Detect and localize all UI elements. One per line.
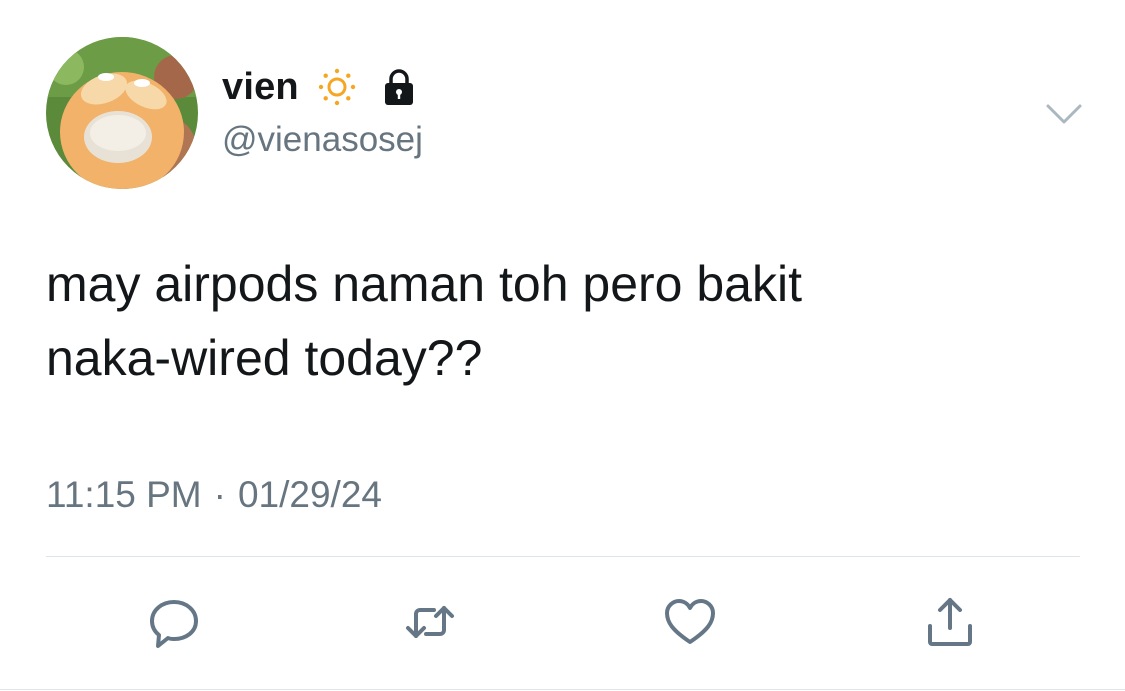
- like-icon: [665, 599, 715, 644]
- lock-icon: [384, 69, 413, 105]
- retweet-icon: [406, 606, 454, 638]
- retweet-button[interactable]: [398, 590, 462, 654]
- share-icon: [928, 598, 972, 646]
- reply-icon: [150, 600, 198, 648]
- tweet-time: 11:15 PM: [46, 474, 202, 515]
- bottom-divider: [0, 689, 1125, 690]
- share-button[interactable]: [918, 590, 982, 654]
- action-bar: [0, 590, 1125, 660]
- divider: [46, 556, 1080, 557]
- tweet-meta: 11:15 PM · 01/29/24: [46, 474, 382, 516]
- tweet-date: 01/29/24: [237, 474, 382, 515]
- sun-icon: [318, 68, 356, 106]
- meta-separator: ·: [213, 474, 226, 515]
- reply-button[interactable]: [142, 590, 206, 654]
- tweet-card: vien @vienasosej may airpods naman toh p…: [0, 0, 1125, 691]
- avatar[interactable]: [46, 37, 198, 189]
- display-name[interactable]: vien: [222, 66, 299, 109]
- tweet-text: may airpods naman toh pero bakit naka-wi…: [46, 256, 802, 386]
- name-row: vien: [222, 62, 419, 112]
- user-handle[interactable]: @vienasosej: [222, 120, 423, 160]
- like-button[interactable]: [658, 590, 722, 654]
- chevron-down-icon[interactable]: [1044, 100, 1084, 128]
